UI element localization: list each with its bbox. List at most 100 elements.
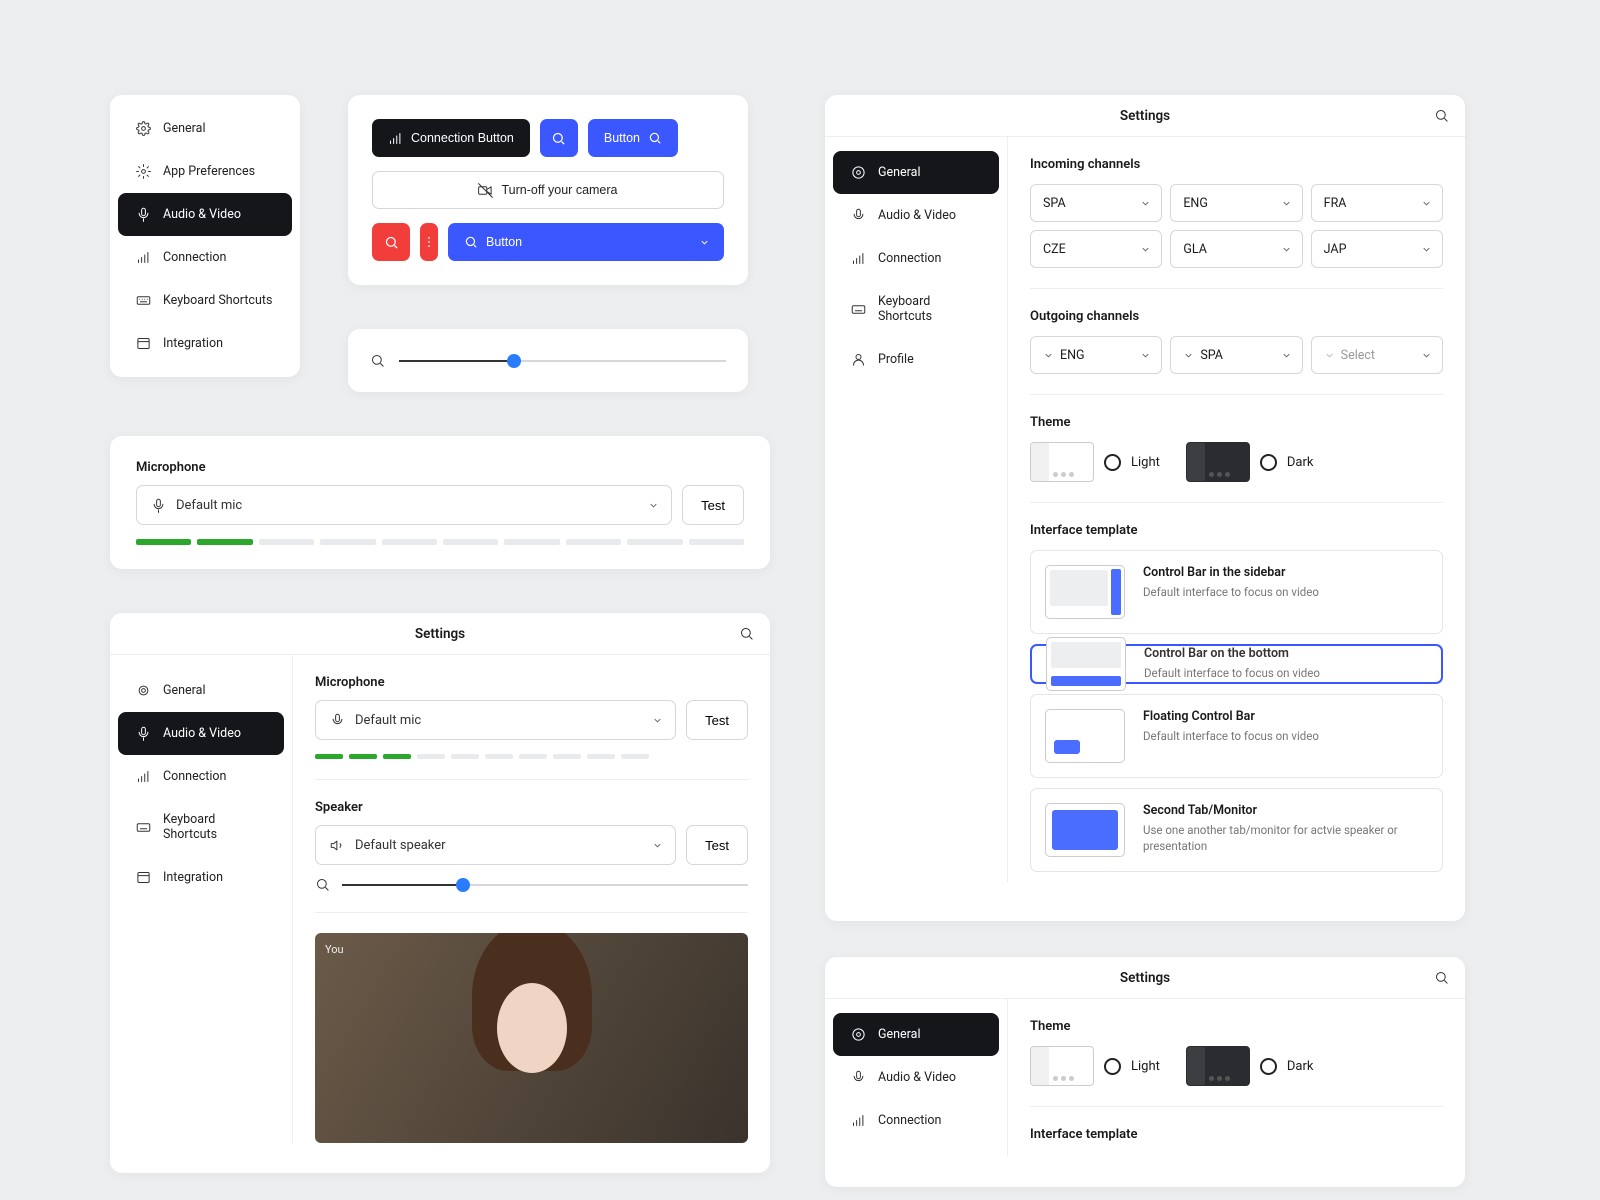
theme-label: Theme [1030, 415, 1443, 430]
you-label: You [325, 943, 344, 956]
channel-select[interactable]: ENG [1030, 336, 1162, 374]
settings-sidebar: General Audio & Video Connection [825, 999, 1007, 1156]
theme-dark-option[interactable]: Dark [1186, 1046, 1314, 1086]
microphone-card: Microphone Default mic Test [110, 436, 770, 569]
sidebar-item-audio-video[interactable]: Audio & Video [833, 1056, 999, 1099]
mic-select[interactable]: Default mic [136, 485, 672, 525]
mic-icon [851, 208, 866, 223]
sidebar-item-general[interactable]: General [118, 107, 292, 150]
sidebar-card: General App Preferences Audio & Video Co… [110, 95, 300, 377]
more-button[interactable] [420, 223, 438, 261]
search-icon[interactable] [1434, 108, 1449, 123]
window-icon [136, 870, 151, 885]
template-option-sidebar[interactable]: Control Bar in the sidebarDefault interf… [1030, 550, 1443, 634]
gear-icon [136, 683, 151, 698]
sidebar-item-keyboard[interactable]: Keyboard Shortcuts [118, 798, 284, 856]
window-icon [136, 336, 151, 351]
sidebar-item-connection[interactable]: Connection [833, 237, 999, 280]
channel-select[interactable]: CZE [1030, 230, 1162, 268]
sidebar-item-integration[interactable]: Integration [118, 322, 292, 365]
search-icon [370, 353, 385, 368]
template-option-floating[interactable]: Floating Control BarDefault interface to… [1030, 694, 1443, 778]
video-preview: You [315, 933, 748, 1143]
dropdown-button[interactable]: Button [448, 223, 724, 261]
speaker-label: Speaker [315, 800, 748, 815]
sidebar-item-connection[interactable]: Connection [118, 236, 292, 279]
incoming-label: Incoming channels [1030, 157, 1443, 172]
volume-slider[interactable] [342, 884, 748, 886]
test-button[interactable]: Test [682, 485, 744, 525]
mic-select[interactable]: Default mic [315, 700, 676, 740]
template-label: Interface template [1030, 1127, 1443, 1142]
channel-select[interactable]: SPA [1170, 336, 1302, 374]
theme-light-option[interactable]: Light [1030, 1046, 1160, 1086]
sidebar-item-connection[interactable]: Connection [833, 1099, 999, 1142]
settings-general-panel: Settings General Audio & Video Connectio… [825, 95, 1465, 921]
channel-select[interactable]: GLA [1170, 230, 1302, 268]
channel-select[interactable]: SPA [1030, 184, 1162, 222]
settings-sidebar: General Audio & Video Connection Keyboar… [825, 137, 1007, 882]
gear-icon [136, 164, 151, 179]
mic-label: Microphone [136, 460, 744, 475]
sidebar-item-connection[interactable]: Connection [118, 755, 284, 798]
sidebar-item-profile[interactable]: Profile [833, 338, 999, 381]
gear-icon [136, 121, 151, 136]
signal-icon [136, 769, 151, 784]
channel-select[interactable]: ENG [1170, 184, 1302, 222]
search-button-1[interactable] [540, 119, 578, 157]
mic-icon [330, 713, 345, 728]
speaker-icon [330, 838, 345, 853]
template-option-bottom[interactable]: Control Bar on the bottomDefault interfa… [1030, 644, 1443, 684]
sidebar-item-audio-video[interactable]: Audio & Video [833, 194, 999, 237]
sidebar-item-audio-video[interactable]: Audio & Video [118, 712, 284, 755]
gear-icon [851, 1027, 866, 1042]
search-red-button[interactable] [372, 223, 410, 261]
outgoing-label: Outgoing channels [1030, 309, 1443, 324]
signal-icon [388, 131, 403, 146]
search-icon [315, 877, 330, 892]
sidebar-item-keyboard[interactable]: Keyboard Shortcuts [118, 279, 292, 322]
sidebar-item-audio-video[interactable]: Audio & Video [118, 193, 292, 236]
search-button-2[interactable]: Button [588, 119, 678, 157]
sidebar-item-general[interactable]: General [833, 1013, 999, 1056]
gear-icon [851, 165, 866, 180]
sidebar-item-keyboard[interactable]: Keyboard Shortcuts [833, 280, 999, 338]
signal-icon [851, 1113, 866, 1128]
template-option-second-tab[interactable]: Second Tab/MonitorUse one another tab/mo… [1030, 788, 1443, 872]
theme-light-option[interactable]: Light [1030, 442, 1160, 482]
settings-header: Settings [825, 95, 1465, 137]
sidebar-item-integration[interactable]: Integration [118, 856, 284, 899]
template-label: Interface template [1030, 523, 1443, 538]
mic-label: Microphone [315, 675, 748, 690]
mic-icon [151, 498, 166, 513]
speaker-select[interactable]: Default speaker [315, 825, 676, 865]
sidebar-item-preferences[interactable]: App Preferences [118, 150, 292, 193]
slider-card [348, 329, 748, 392]
test-button[interactable]: Test [686, 825, 748, 865]
channel-select[interactable]: JAP [1311, 230, 1443, 268]
connection-button[interactable]: Connection Button [372, 119, 530, 157]
buttons-card: Connection Button Button Turn-off your c… [348, 95, 748, 285]
search-icon[interactable] [1434, 970, 1449, 985]
camera-off-icon [478, 183, 493, 198]
settings-header: Settings [110, 613, 770, 655]
keyboard-icon [851, 302, 866, 317]
channel-select[interactable]: FRA [1311, 184, 1443, 222]
keyboard-icon [136, 820, 151, 835]
mic-icon [136, 726, 151, 741]
signal-icon [136, 250, 151, 265]
theme-dark-option[interactable]: Dark [1186, 442, 1314, 482]
mic-icon [851, 1070, 866, 1085]
keyboard-icon [136, 293, 151, 308]
sidebar-item-general[interactable]: General [118, 669, 284, 712]
search-icon[interactable] [739, 626, 754, 641]
test-button[interactable]: Test [686, 700, 748, 740]
settings-header: Settings [825, 957, 1465, 999]
mic-level [315, 754, 748, 759]
signal-icon [851, 251, 866, 266]
channel-select[interactable]: Select [1311, 336, 1443, 374]
turn-off-camera-button[interactable]: Turn-off your camera [372, 171, 724, 209]
sidebar-item-general[interactable]: General [833, 151, 999, 194]
zoom-slider[interactable] [399, 360, 726, 362]
settings-av-panel: Settings General Audio & Video Connectio… [110, 613, 770, 1173]
